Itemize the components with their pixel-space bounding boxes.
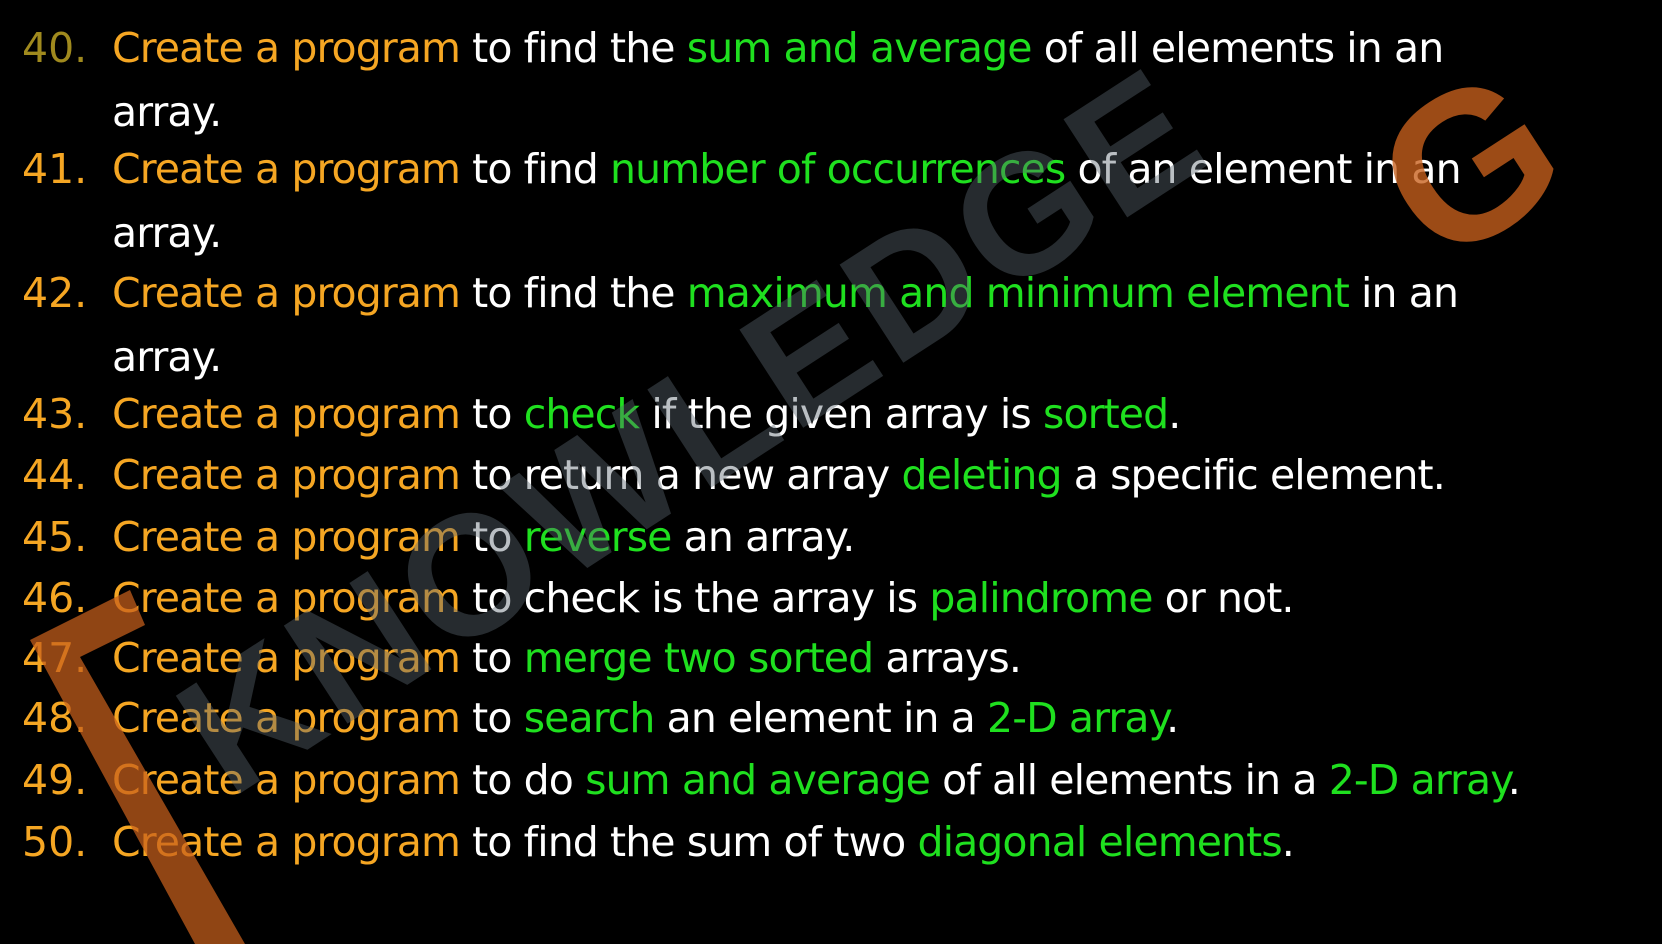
- text-segment: maximum and minimum element: [686, 269, 1350, 317]
- item-text: Create a program to find the sum and ave…: [112, 16, 1652, 80]
- text-segment: 2-D array: [1328, 756, 1509, 804]
- item-text-continuation: array.: [112, 209, 222, 257]
- text-segment: Create a program: [112, 390, 461, 438]
- text-segment: .: [1281, 818, 1295, 866]
- item-number: 43.: [22, 390, 88, 438]
- item-number: 50.: [22, 818, 88, 866]
- text-segment: Create a program: [112, 756, 461, 804]
- text-segment: an element in a: [654, 694, 988, 742]
- text-segment: Create a program: [112, 269, 461, 317]
- text-segment: Create a program: [112, 574, 461, 622]
- item-text-continuation: array.: [112, 88, 222, 136]
- text-segment: Create a program: [112, 634, 461, 682]
- text-segment: to: [460, 634, 524, 682]
- item-number: 41.: [22, 145, 88, 193]
- item-number: 46.: [22, 574, 88, 622]
- text-segment: to find: [460, 145, 611, 193]
- text-segment: number of occurrences: [610, 145, 1066, 193]
- text-segment: reverse: [523, 513, 673, 561]
- text-segment: or not.: [1152, 574, 1295, 622]
- text-segment: merge two sorted: [523, 634, 874, 682]
- text-segment: to check is the array is: [460, 574, 930, 622]
- item-text: Create a program to check if the given a…: [112, 382, 1652, 446]
- item-text: Create a program to merge two sorted arr…: [112, 626, 1652, 690]
- item-text: Create a program to find number of occur…: [112, 137, 1652, 201]
- text-segment: of all elements in an: [1031, 24, 1444, 72]
- text-segment: to: [460, 390, 524, 438]
- item-text: Create a program to find the sum of two …: [112, 810, 1652, 874]
- text-segment: to find the: [460, 24, 687, 72]
- text-segment: palindrome: [929, 574, 1153, 622]
- text-segment: to: [460, 694, 524, 742]
- text-segment: Create a program: [112, 145, 461, 193]
- text-segment: search: [523, 694, 656, 742]
- item-text: Create a program to search an element in…: [112, 686, 1652, 750]
- item-number: 49.: [22, 756, 88, 804]
- text-segment: Create a program: [112, 818, 461, 866]
- text-segment: to find the sum of two: [460, 818, 918, 866]
- text-segment: diagonal elements: [917, 818, 1282, 866]
- text-segment: .: [1166, 694, 1179, 742]
- text-segment: to: [460, 513, 524, 561]
- text-segment: to do: [460, 756, 586, 804]
- text-segment: sum and average: [686, 24, 1033, 72]
- item-number: 48.: [22, 694, 88, 742]
- text-segment: 2-D array: [987, 694, 1167, 742]
- item-text: Create a program to reverse an array.: [112, 505, 1652, 569]
- text-segment: if the given array is: [639, 390, 1043, 438]
- text-segment: an array.: [671, 513, 856, 561]
- item-number: 44.: [22, 451, 88, 499]
- text-segment: arrays.: [873, 634, 1022, 682]
- item-number: 40.: [22, 24, 88, 72]
- text-segment: sum and average: [585, 756, 931, 804]
- text-segment: to return a new array: [460, 451, 902, 499]
- text-segment: .: [1507, 756, 1521, 804]
- exercise-list: 40. Create a program to find the sum and…: [0, 0, 1662, 944]
- text-segment: check: [523, 390, 640, 438]
- text-segment: .: [1168, 390, 1181, 438]
- text-segment: in an: [1348, 269, 1459, 317]
- item-text: Create a program to do sum and average o…: [112, 748, 1652, 812]
- text-segment: to find the: [460, 269, 687, 317]
- text-segment: Create a program: [112, 24, 461, 72]
- item-text-continuation: array.: [112, 333, 222, 381]
- text-segment: deleting: [901, 451, 1062, 499]
- text-segment: Create a program: [112, 451, 461, 499]
- text-segment: of an element in an: [1065, 145, 1461, 193]
- text-segment: Create a program: [112, 694, 461, 742]
- text-segment: Create a program: [112, 513, 461, 561]
- text-segment: a specific element.: [1061, 451, 1446, 499]
- item-number: 42.: [22, 269, 88, 317]
- item-number: 47.: [22, 634, 88, 682]
- text-segment: sorted: [1043, 390, 1169, 438]
- item-text: Create a program to return a new array d…: [112, 443, 1652, 507]
- item-number: 45.: [22, 513, 88, 561]
- text-segment: of all elements in a: [929, 756, 1329, 804]
- item-text: Create a program to check is the array i…: [112, 566, 1652, 630]
- item-text: Create a program to find the maximum and…: [112, 261, 1652, 325]
